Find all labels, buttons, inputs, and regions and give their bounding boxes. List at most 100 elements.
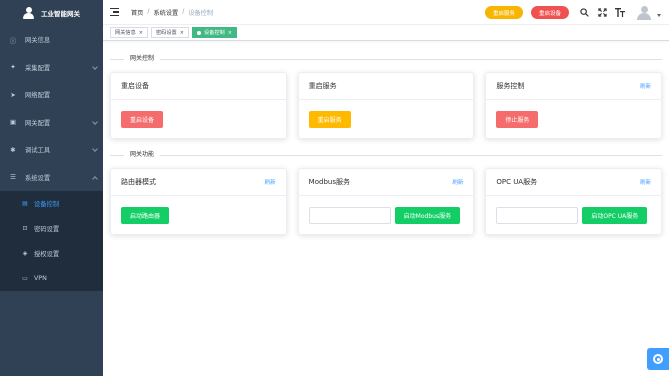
sidebar-item-label: 授权设置 bbox=[34, 251, 60, 258]
breadcrumb-separator: / bbox=[182, 7, 185, 15]
fullscreen-icon[interactable] bbox=[595, 6, 609, 20]
tag-password-settings[interactable]: 密码设置 × bbox=[150, 26, 189, 39]
section-divider-gateway-control: 网关控制 bbox=[110, 49, 662, 69]
search-icon[interactable] bbox=[577, 6, 591, 20]
app-root: 工业智能网关 ⓘ 网关信息 ✦ 采集配置 ➤ 网络配置 ▣ 网关配置 ✱ 调试工… bbox=[0, 0, 669, 376]
start-opcua-button[interactable]: 启动OPC UA服务 bbox=[582, 206, 648, 224]
gear-icon bbox=[653, 354, 663, 364]
card-body: 重启设备 bbox=[111, 100, 286, 138]
sidebar-item-label: 网络配置 bbox=[25, 92, 51, 100]
send-icon: ➤ bbox=[10, 90, 16, 99]
card-body: 启动Modbus服务 bbox=[299, 196, 474, 234]
card-body: 启动路由器 bbox=[111, 196, 286, 234]
function-cards-row: 路由器模式 刷新 启动路由器 Modbus服务 刷新 启动Modbus服务 OP… bbox=[110, 168, 663, 235]
card-header: 路由器模式 刷新 bbox=[111, 169, 286, 196]
sidebar: 工业智能网关 ⓘ 网关信息 ✦ 采集配置 ➤ 网络配置 ▣ 网关配置 ✱ 调试工… bbox=[0, 0, 103, 376]
section-title: 网关功能 bbox=[124, 150, 161, 160]
card-header: OPC UA服务 刷新 bbox=[486, 169, 662, 196]
sidebar-item-label: 调试工具 bbox=[25, 147, 51, 155]
breadcrumb-current: 设备控制 bbox=[188, 9, 214, 17]
sidebar-item-label: 网关配置 bbox=[25, 119, 51, 127]
brand-title: 工业智能网关 bbox=[41, 10, 80, 18]
refresh-link[interactable]: 刷新 bbox=[452, 178, 463, 186]
card-title: Modbus服务 bbox=[308, 178, 350, 186]
card-service-control: 服务控制 刷新 停止服务 bbox=[485, 72, 663, 139]
restart-device-button[interactable]: 重启设备 bbox=[530, 6, 569, 19]
sidebar-item-collect-config[interactable]: ✦ 采集配置 bbox=[0, 54, 103, 82]
control-cards-row: 重启设备 重启设备 重启服务 重启服务 服务控制 刷新 停止服务 bbox=[110, 72, 663, 139]
sidebar-item-debug-tools[interactable]: ✱ 调试工具 bbox=[0, 136, 103, 164]
sidebar-item-label: 采集配置 bbox=[25, 64, 51, 72]
password-icon: ⊡ bbox=[22, 225, 28, 232]
card-body: 重启服务 bbox=[299, 100, 474, 138]
settings-fab[interactable] bbox=[647, 348, 669, 370]
avatar[interactable] bbox=[637, 5, 651, 20]
sidebar-item-device-control[interactable]: ▤ 设备控制 bbox=[0, 191, 103, 216]
main-area: 首页 / 系统设置 / 设备控制 重启服务 重启设备 网关信息 × 密码设置 ×… bbox=[103, 0, 669, 376]
sidebar-item-gateway-config[interactable]: ▣ 网关配置 bbox=[0, 109, 103, 137]
hamburger-icon[interactable] bbox=[110, 8, 119, 16]
chevron-down-icon bbox=[92, 146, 98, 152]
sidebar-item-label: 系统设置 bbox=[25, 174, 51, 182]
close-icon[interactable]: × bbox=[228, 30, 232, 36]
card-title: 服务控制 bbox=[496, 82, 525, 90]
sidebar-item-vpn[interactable]: ▭ VPN bbox=[0, 266, 103, 291]
opcua-input[interactable] bbox=[496, 206, 579, 224]
gamepad-icon: ✦ bbox=[10, 63, 16, 72]
sidebar-item-gateway-info[interactable]: ⓘ 网关信息 bbox=[0, 26, 103, 54]
start-modbus-button[interactable]: 启动Modbus服务 bbox=[394, 206, 461, 224]
system-settings-submenu: ▤ 设备控制 ⊡ 密码设置 ◈ 授权设置 ▭ VPN bbox=[0, 191, 103, 291]
restart-service-card-button[interactable]: 重启服务 bbox=[308, 110, 351, 128]
card-title: OPC UA服务 bbox=[496, 178, 538, 186]
card-header: 重启服务 bbox=[298, 73, 474, 100]
card-body: 停止服务 bbox=[486, 100, 661, 138]
stop-service-button[interactable]: 停止服务 bbox=[496, 110, 539, 128]
close-icon[interactable]: × bbox=[180, 30, 184, 36]
info-icon: ⓘ bbox=[9, 36, 17, 45]
bug-icon: ✱ bbox=[10, 145, 16, 154]
breadcrumb-system[interactable]: 系统设置 bbox=[153, 8, 178, 17]
section-title: 网关控制 bbox=[124, 54, 161, 64]
tag-label: 设备控制 bbox=[203, 30, 225, 36]
caret-down-icon[interactable] bbox=[657, 14, 661, 17]
tag-label: 密码设置 bbox=[155, 30, 177, 36]
card-restart-service: 重启服务 重启服务 bbox=[297, 72, 475, 139]
card-title: 重启设备 bbox=[121, 82, 149, 90]
restart-device-card-button[interactable]: 重启设备 bbox=[121, 110, 164, 128]
start-router-button[interactable]: 启动路由器 bbox=[121, 206, 170, 224]
sidebar-item-network-config[interactable]: ➤ 网络配置 bbox=[0, 81, 103, 109]
content: 网关控制 重启设备 重启设备 重启服务 重启服务 服务控制 刷新 停止服务 网关… bbox=[103, 49, 669, 235]
card-title: 路由器模式 bbox=[121, 178, 156, 186]
tag-label: 网关信息 bbox=[115, 30, 136, 36]
card-header: 重启设备 bbox=[111, 73, 286, 100]
license-icon: ◈ bbox=[22, 250, 28, 257]
card-title: 重启服务 bbox=[308, 82, 337, 90]
refresh-link[interactable]: 刷新 bbox=[265, 178, 276, 186]
navbar: 首页 / 系统设置 / 设备控制 重启服务 重启设备 bbox=[103, 0, 669, 25]
vpn-icon: ▭ bbox=[22, 275, 28, 282]
brand: 工业智能网关 bbox=[0, 0, 103, 26]
navbar-right: 重启服务 重启设备 bbox=[484, 0, 669, 25]
card-restart-device: 重启设备 重启设备 bbox=[110, 72, 287, 139]
chevron-down-icon bbox=[92, 63, 98, 70]
tag-device-control[interactable]: 设备控制 × bbox=[191, 26, 237, 39]
sidebar-item-system-settings[interactable]: ☰ 系统设置 bbox=[0, 164, 103, 192]
tags-view: 网关信息 × 密码设置 × 设备控制 × bbox=[103, 25, 669, 41]
font-size-icon[interactable] bbox=[613, 6, 627, 20]
list-icon: ☰ bbox=[10, 173, 16, 182]
refresh-link[interactable]: 刷新 bbox=[640, 82, 651, 90]
toolbox-icon: ▣ bbox=[9, 118, 17, 127]
close-icon[interactable]: × bbox=[139, 30, 143, 36]
sidebar-item-label: 密码设置 bbox=[34, 226, 60, 233]
device-icon: ▤ bbox=[22, 200, 28, 207]
card-modbus: Modbus服务 刷新 启动Modbus服务 bbox=[297, 168, 475, 235]
modbus-input[interactable] bbox=[308, 206, 391, 224]
sidebar-item-password-settings[interactable]: ⊡ 密码设置 bbox=[0, 216, 103, 241]
breadcrumb-home[interactable]: 首页 bbox=[131, 8, 143, 17]
tag-gateway-info[interactable]: 网关信息 × bbox=[110, 26, 148, 39]
active-dot-icon bbox=[196, 30, 201, 35]
sidebar-item-license-settings[interactable]: ◈ 授权设置 bbox=[0, 241, 103, 266]
user-logo-icon bbox=[22, 6, 35, 20]
refresh-link[interactable]: 刷新 bbox=[640, 178, 651, 186]
restart-service-button[interactable]: 重启服务 bbox=[484, 6, 523, 19]
